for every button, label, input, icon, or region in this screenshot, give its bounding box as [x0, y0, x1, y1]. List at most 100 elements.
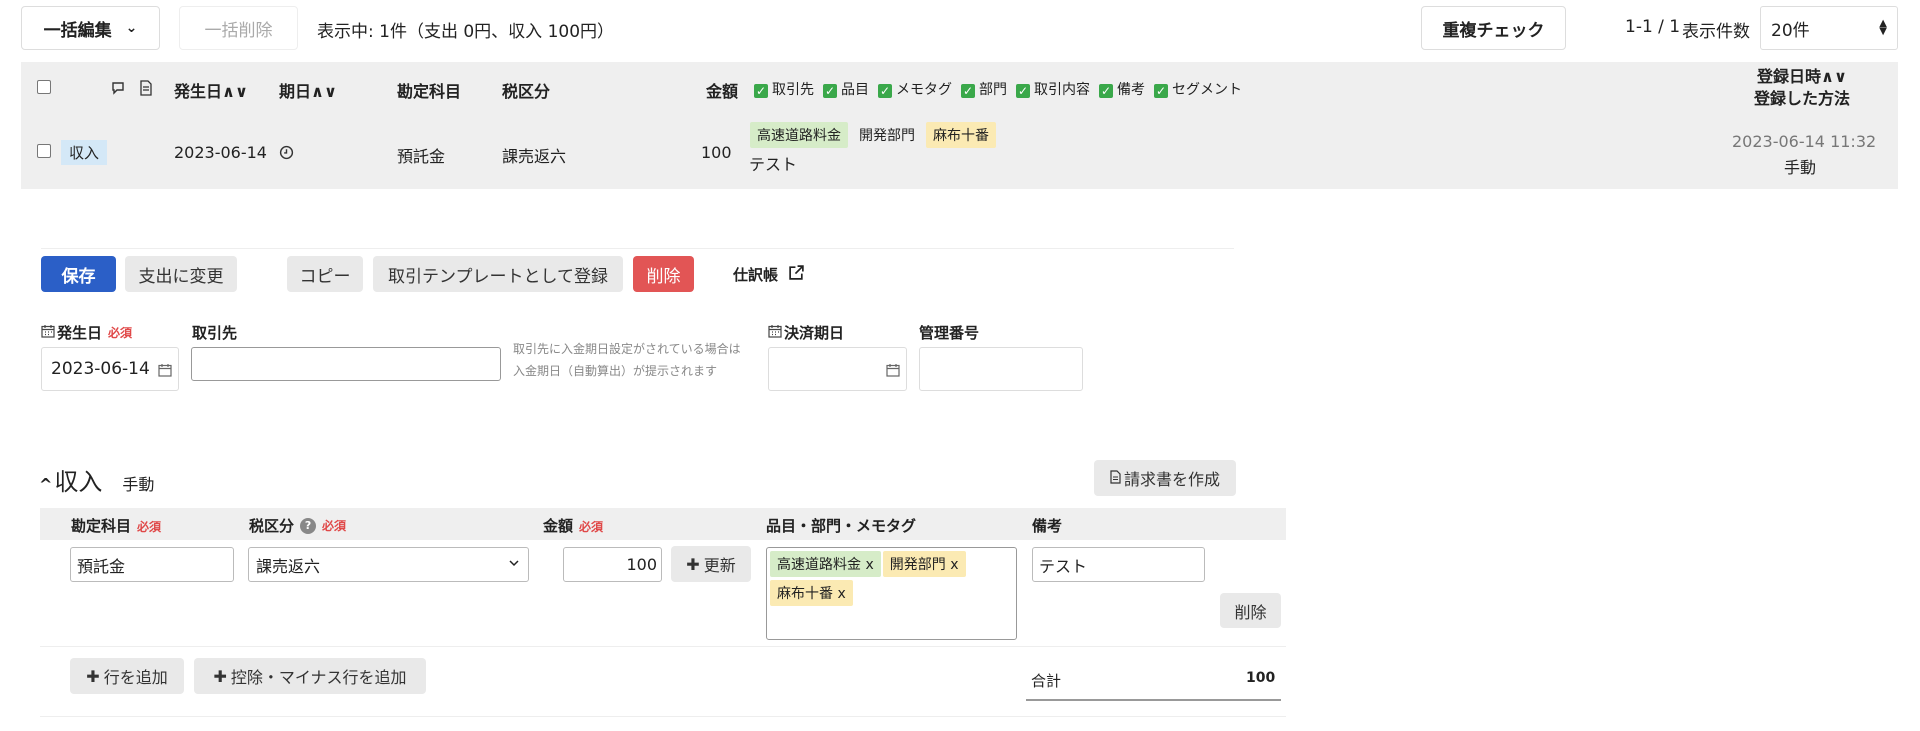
- tax-header: 税区分: [502, 82, 551, 101]
- add-row-button[interactable]: ✚ 行を追加: [70, 658, 184, 694]
- check-icon: ✓: [878, 84, 892, 98]
- delete-label: 削除: [646, 266, 681, 287]
- income-tags-input[interactable]: 高速道路料金 x 開発部門 x 麻布十番 x: [766, 547, 1017, 640]
- income-memo-input[interactable]: テスト: [1032, 547, 1205, 582]
- total-label: 合計: [1031, 672, 1062, 690]
- tag-label: 麻布十番: [777, 586, 833, 602]
- external-link-icon: [788, 264, 805, 285]
- row-tax: 課売返六: [502, 147, 567, 166]
- bulk-edit-label: 一括編集: [43, 20, 112, 41]
- row-tags: 高速道路料金 開発部門 麻布十番: [750, 122, 996, 148]
- required-badge: 必須: [137, 520, 162, 534]
- management-number-input[interactable]: [919, 347, 1083, 391]
- toggle-label: 取引内容: [1034, 82, 1090, 98]
- tag-item: 高速道路料金: [750, 122, 848, 148]
- plus-icon: ✚: [213, 666, 227, 686]
- income-tax-header: 税区分 ? 必須: [249, 515, 346, 536]
- income-tag-memo: 麻布十番 x: [770, 580, 853, 606]
- due-date-header-label: 期日: [279, 82, 312, 101]
- total-underline: [1026, 699, 1281, 701]
- pagination-text: 1-1 / 1: [1625, 17, 1681, 37]
- journal-label: 仕訳帳: [733, 266, 779, 284]
- issue-date-label-text: 発生日: [57, 324, 103, 342]
- bulk-delete-button[interactable]: 一括削除: [179, 6, 298, 50]
- duplicate-check-button[interactable]: 重複チェック: [1421, 6, 1566, 50]
- toggle-item[interactable]: ✓ 品目: [823, 79, 869, 99]
- income-table-header: [40, 508, 1286, 540]
- partner-label: 取引先: [192, 324, 238, 342]
- row-delete-label: 削除: [1234, 602, 1267, 622]
- partner-hint-line-1: 取引先に入金期日設定がされている場合は: [513, 342, 741, 356]
- toggle-memo-tag[interactable]: ✓ メモタグ: [878, 79, 952, 99]
- issue-date-label: 発生日 必須: [41, 322, 132, 343]
- update-button[interactable]: ✚ 更新: [671, 546, 751, 582]
- toggle-segment[interactable]: ✓ セグメント: [1154, 79, 1242, 99]
- create-invoice-button[interactable]: 請求書を作成: [1094, 460, 1236, 496]
- income-tag-department: 開発部門 x: [882, 551, 966, 577]
- management-number-label: 管理番号: [919, 324, 980, 342]
- journal-link[interactable]: 仕訳帳: [733, 264, 805, 285]
- due-date-header[interactable]: 期日∧∨: [279, 78, 337, 102]
- toggle-partner[interactable]: ✓ 取引先: [754, 79, 814, 99]
- bulk-delete-label: 一括削除: [204, 20, 273, 41]
- total-value: 100: [1246, 670, 1276, 686]
- check-icon: ✓: [1099, 84, 1113, 98]
- registered-at-header-label: 登録日時: [1757, 67, 1822, 86]
- income-method: 手動: [122, 475, 155, 494]
- issue-date-header-label: 発生日: [174, 82, 223, 101]
- save-button[interactable]: 保存: [41, 256, 116, 292]
- bottom-divider: [40, 716, 1286, 717]
- issue-date-input[interactable]: 2023-06-14: [41, 347, 179, 391]
- toggle-label: 備考: [1117, 82, 1145, 98]
- bulk-edit-button[interactable]: 一括編集 ⌄: [21, 6, 160, 50]
- tag-label: 高速道路料金: [777, 557, 861, 573]
- calendar-icon[interactable]: [886, 362, 900, 381]
- tag-remove-icon[interactable]: x: [950, 557, 958, 573]
- required-badge: 必須: [108, 326, 133, 340]
- add-deduction-label: 控除・マイナス行を追加: [230, 668, 407, 687]
- toggle-description[interactable]: ✓ 取引内容: [1016, 79, 1090, 99]
- toggle-remarks[interactable]: ✓ 備考: [1099, 79, 1145, 99]
- partner-hint-line-2: 入金期日（自動算出）が提示されます: [513, 364, 718, 378]
- toggle-department[interactable]: ✓ 部門: [961, 79, 1007, 99]
- income-amount-input[interactable]: 100: [563, 547, 662, 582]
- toggle-label: 取引先: [772, 82, 814, 98]
- register-template-button[interactable]: 取引テンプレートとして登録: [373, 256, 623, 292]
- tag-memo: 麻布十番: [926, 122, 996, 148]
- create-invoice-label: 請求書を作成: [1123, 470, 1220, 489]
- income-amount-header: 金額 必須: [543, 515, 603, 536]
- partner-input[interactable]: [191, 347, 501, 381]
- chevron-up-icon: ^: [39, 475, 53, 494]
- select-all-checkbox[interactable]: [37, 80, 51, 94]
- per-page-select[interactable]: 20件 ▲ ▼: [1760, 6, 1898, 50]
- settlement-date-input[interactable]: [768, 347, 907, 391]
- income-tax-value: 課売返六: [256, 556, 321, 576]
- calendar-icon: [768, 324, 782, 342]
- income-tax-select[interactable]: 課売返六: [248, 547, 529, 582]
- row-delete-button[interactable]: 削除: [1220, 593, 1281, 628]
- tag-remove-icon[interactable]: x: [865, 557, 873, 573]
- calendar-icon[interactable]: [158, 362, 172, 382]
- copy-label: コピー: [299, 266, 351, 287]
- chevron-down-icon: ⌄: [125, 20, 138, 36]
- check-icon: ✓: [823, 84, 837, 98]
- income-memo-value: テスト: [1039, 556, 1088, 576]
- copy-button[interactable]: コピー: [287, 256, 363, 292]
- save-label: 保存: [61, 266, 96, 287]
- delete-button[interactable]: 削除: [633, 256, 694, 292]
- income-row-divider: [40, 646, 1286, 647]
- help-icon[interactable]: ?: [300, 517, 317, 534]
- tag-remove-icon[interactable]: x: [837, 586, 845, 602]
- row-method: 手動: [1784, 158, 1817, 177]
- issue-date-header[interactable]: 発生日∧∨: [174, 78, 248, 102]
- registered-method-header-label: 登録した方法: [1753, 89, 1850, 108]
- income-title: 収入: [54, 468, 103, 496]
- clock-icon: [279, 145, 294, 164]
- change-to-expense-button[interactable]: 支出に変更: [125, 256, 237, 292]
- row-checkbox[interactable]: [37, 144, 51, 158]
- income-section-toggle[interactable]: ^ 収入 手動: [39, 462, 154, 497]
- required-badge: 必須: [579, 520, 604, 534]
- registered-header[interactable]: 登録日時∧∨ 登録した方法: [1752, 66, 1852, 110]
- add-deduction-button[interactable]: ✚ 控除・マイナス行を追加: [194, 658, 426, 694]
- income-account-input[interactable]: 預託金: [70, 547, 234, 582]
